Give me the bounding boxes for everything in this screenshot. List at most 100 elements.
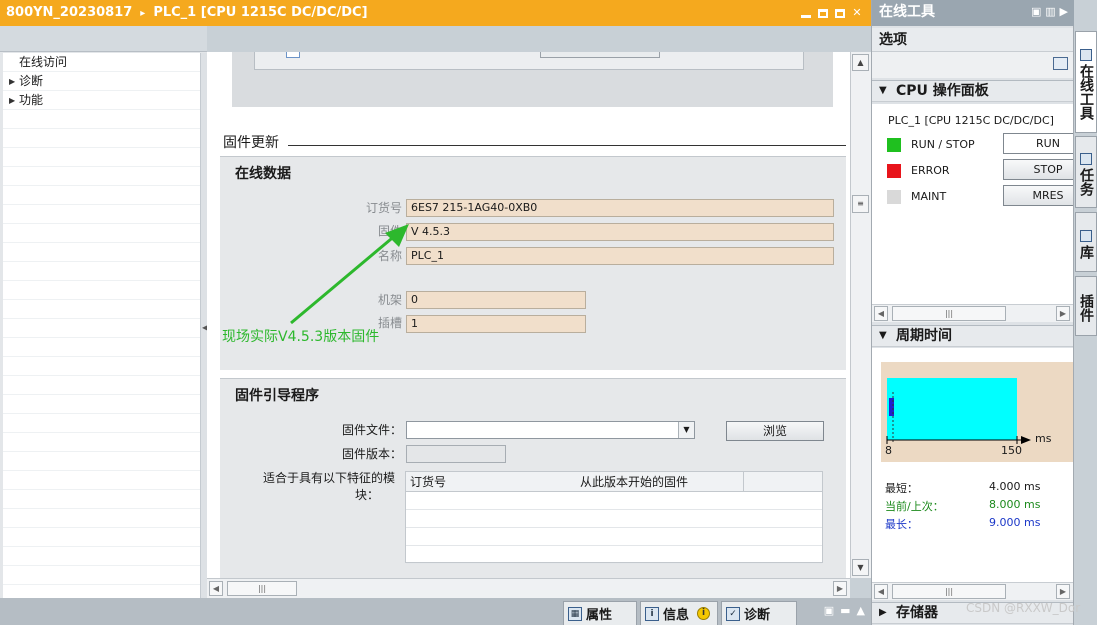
info-badge-icon: i — [697, 607, 711, 620]
restore-icon — [818, 8, 828, 18]
section-heading-firmware-update: 固件更新 — [223, 135, 279, 151]
maximize-button[interactable] — [834, 7, 846, 19]
scroll-thumb[interactable]: ||| — [892, 584, 1006, 599]
scroll-right-button[interactable]: ▶ — [1056, 306, 1070, 321]
cycle-row-label: 当前/上次： — [885, 500, 944, 513]
expand-arrow-icon[interactable]: ▶ — [9, 72, 15, 91]
float-button[interactable] — [817, 7, 829, 19]
scroll-thumb[interactable]: ||| — [892, 306, 1006, 321]
tab-info[interactable]: i 信息 i — [640, 601, 718, 625]
minimize-button[interactable] — [800, 7, 812, 19]
expand-up-icon[interactable]: ▲ — [857, 604, 865, 617]
scroll-right-button[interactable]: ▶ — [833, 581, 847, 596]
tab-properties-label: 属性 — [586, 608, 613, 623]
library-icon — [1080, 229, 1092, 242]
cycle-row-current: 当前/上次： 8.000 ms — [885, 498, 1065, 514]
scroll-left-button[interactable]: ◀ — [874, 306, 888, 321]
scroll-right-button[interactable]: ▶ — [1056, 584, 1070, 599]
cpu-panel-header[interactable]: ▼ CPU 操作面板 — [872, 80, 1074, 102]
led-row-error: ERROR STOP — [887, 159, 1093, 180]
column-header-order-number[interactable]: 订货号 从此版本开始的固件 — [406, 472, 745, 492]
tree-item-online-access[interactable]: 在线访问 — [3, 53, 200, 72]
properties-icon: ▦ — [568, 606, 582, 621]
watermark: CSDN @RXXW_Dor — [966, 601, 1081, 615]
scroll-left-button[interactable]: ◀ — [874, 584, 888, 599]
split-icon[interactable]: ▥ — [1045, 5, 1055, 18]
cycle-panel-hscrollbar[interactable]: ◀ ||| ▶ — [872, 582, 1074, 600]
tab-online-tools[interactable]: 在线工具 — [1075, 31, 1097, 133]
scroll-left-button[interactable]: ◀ — [209, 581, 223, 596]
table-row — [406, 510, 822, 528]
group-title-firmware-loader: 固件引导程序 — [235, 388, 319, 404]
tree-item-functions[interactable]: ▶ 功能 — [3, 91, 200, 110]
editor-horizontal-scrollbar[interactable]: ◀ ||| ▶ — [207, 578, 850, 598]
cycle-row-label: 最短： — [885, 482, 918, 495]
cycle-row-value: 4.000 ms — [989, 480, 1041, 493]
expand-arrow-icon[interactable]: ▶ — [9, 91, 15, 110]
firmware-file-select[interactable]: ▼ — [406, 421, 695, 439]
close-button[interactable]: ✕ — [851, 7, 863, 19]
cpu-panel-hscrollbar[interactable]: ◀ ||| ▶ — [872, 304, 1074, 322]
editor-title-bar: 800YN_20230817 ▸ PLC_1 [CPU 1215C DC/DC/DC… — [0, 0, 871, 26]
firmware-loader-group: 固件引导程序 固件文件： ▼ 浏览 固件版本： 适合于具有以下特征的模 块： 订… — [220, 378, 846, 578]
panel-title: 在线工具 ▣ ▥ ▶ — [872, 0, 1074, 26]
options-header: 选项 — [872, 28, 1074, 52]
group-title-online-data: 在线数据 — [235, 166, 291, 182]
axis-unit-label: ms — [1035, 432, 1052, 445]
suitable-modules-label-line1: 适合于具有以下特征的模 — [262, 471, 395, 485]
cycle-row-label: 最长： — [885, 518, 918, 531]
name-value: PLC_1 — [406, 247, 834, 265]
section-divider — [288, 145, 846, 146]
suitable-modules-label: 适合于具有以下特征的模 块： — [240, 469, 395, 503]
checkbox[interactable] — [286, 52, 300, 58]
cycle-range-bar — [887, 378, 1017, 440]
window-icon[interactable] — [1053, 57, 1068, 70]
chevron-right-icon: ▶ — [879, 607, 887, 618]
column-header-extra[interactable] — [744, 472, 822, 492]
editor-vertical-scrollbar[interactable]: ▲ ≡ ▼ — [850, 52, 871, 578]
options-toolbar — [872, 52, 1074, 78]
tab-properties[interactable]: ▦ 属性 — [563, 601, 637, 625]
annotation-note: 现场实际V4.5.3版本固件 — [222, 329, 380, 345]
cycle-row-longest: 最长： 9.000 ms — [885, 516, 1065, 532]
breadcrumb-separator-icon: ▸ — [140, 8, 146, 19]
close-icon[interactable]: ▶ — [1060, 5, 1068, 18]
scroll-thumb[interactable]: ≡ — [852, 195, 869, 213]
collapse-left-icon[interactable]: ◀ — [202, 323, 208, 341]
panel-controls: ▣ ▥ ▶ — [1031, 0, 1068, 24]
browse-button[interactable]: 浏览 — [726, 421, 824, 441]
float-icon[interactable]: ▣ — [1031, 5, 1041, 18]
tab-library-label: 库 — [1078, 244, 1094, 259]
cycle-row-value: 9.000 ms — [989, 516, 1041, 529]
table-header: 订货号 从此版本开始的固件 — [406, 472, 822, 492]
scroll-down-button[interactable]: ▼ — [852, 559, 869, 576]
error-led-icon — [887, 164, 901, 178]
axis-end-label: 150 — [1001, 444, 1022, 457]
table-row — [406, 492, 822, 510]
chevron-down-icon[interactable]: ▼ — [678, 422, 694, 438]
tab-online-tools-label: 在线工具 — [1078, 63, 1094, 120]
float-icon[interactable]: ▣ — [824, 604, 834, 617]
tab-plugins[interactable]: 插件 — [1075, 276, 1097, 336]
axis-arrow-icon — [1021, 436, 1031, 444]
tab-library[interactable]: 库 — [1075, 212, 1097, 272]
tree-item-diagnostics[interactable]: ▶ 诊断 — [3, 72, 200, 91]
tab-diagnostics[interactable]: ✓ 诊断 — [721, 601, 797, 625]
inspector-window-controls: ▣ ▬ ▲ — [824, 604, 865, 617]
cycle-time-header[interactable]: ▼ 周期时间 — [872, 325, 1074, 347]
firmware-update-editor: 固件更新 在线数据 订货号 6ES7 215-1AG40-0XB0 固件 V 4… — [207, 52, 850, 578]
partial-button[interactable] — [540, 52, 660, 58]
panel-splitter[interactable]: ◀ — [200, 53, 208, 598]
maximize-icon — [835, 8, 845, 18]
task-card-tabs: 在线工具 任务 库 插件 — [1073, 26, 1097, 625]
column-order-label: 订货号 — [410, 475, 447, 489]
led-row-maint: MAINT MRES — [887, 185, 1093, 206]
scroll-up-button[interactable]: ▲ — [852, 54, 869, 71]
diagnostics-icon: ✓ — [726, 606, 740, 621]
previous-section-frame — [254, 52, 804, 70]
device-name: PLC_1 [CPU 1215C DC/DC/DC] — [153, 5, 368, 20]
scroll-thumb[interactable]: ||| — [227, 581, 297, 596]
minimize-icon[interactable]: ▬ — [840, 604, 850, 617]
tab-tasks[interactable]: 任务 — [1075, 136, 1097, 208]
led-row-run-stop: RUN / STOP RUN — [887, 133, 1093, 154]
